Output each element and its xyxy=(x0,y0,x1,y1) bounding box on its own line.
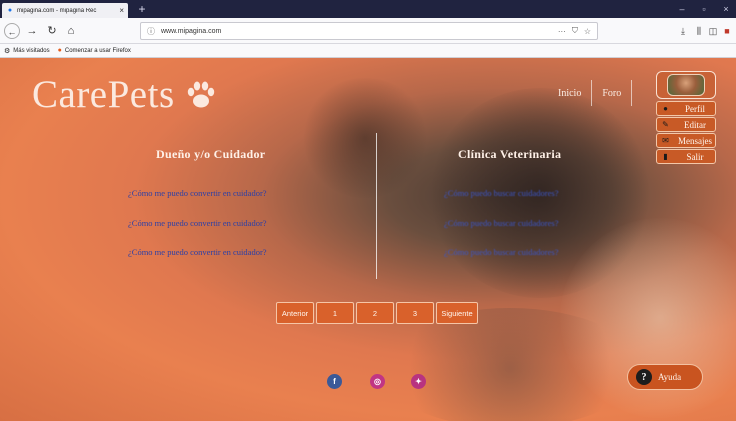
site-info-icon[interactable]: ⓘ xyxy=(147,26,155,37)
back-arrow-icon[interactable]: ← xyxy=(4,23,20,39)
faq-link-clinic-2[interactable]: ¿Cómo puedo buscar cuidadores? xyxy=(444,218,558,228)
menu-item-salir[interactable]: ▮ Salir xyxy=(656,149,716,164)
avatar xyxy=(667,74,705,96)
sidebar-icon[interactable]: ◫ xyxy=(706,23,720,39)
pagination-page-3[interactable]: 3 xyxy=(396,302,434,324)
faq-link-owner-3[interactable]: ¿Cómo me puedo convertir en cuidador? xyxy=(128,247,267,257)
pencil-icon: ✎ xyxy=(662,120,669,129)
bookmarks-bar: ⚙ Más visitados ● Comenzar a usar Firefo… xyxy=(0,44,736,58)
pagination-next-button[interactable]: Siguiente xyxy=(436,302,478,324)
window-close-button[interactable]: × xyxy=(716,2,736,16)
pagination-page-2[interactable]: 2 xyxy=(356,302,394,324)
owner-column-title: Dueño y/o Cuidador xyxy=(156,147,266,161)
tab-favicon-icon: ● xyxy=(7,7,13,14)
window-minimize-button[interactable]: – xyxy=(672,2,692,16)
bookmark-most-visited[interactable]: ⚙ Más visitados xyxy=(4,47,50,55)
user-avatar-button[interactable] xyxy=(656,71,716,99)
menu-item-perfil[interactable]: ● Perfil xyxy=(656,101,716,116)
bookmark-label: Comenzar a usar Firefox xyxy=(64,47,131,54)
extension-icon[interactable]: ■ xyxy=(720,23,734,39)
menu-item-label: Editar xyxy=(684,119,706,130)
tab-close-icon[interactable]: × xyxy=(119,6,124,15)
pocket-icon[interactable]: ⛉ xyxy=(572,26,578,36)
bookmark-label: Más visitados xyxy=(13,47,50,54)
menu-item-label: Mensajes xyxy=(678,135,712,146)
user-icon: ● xyxy=(663,104,668,113)
twitter-icon[interactable]: ✦ xyxy=(411,374,426,389)
address-bar[interactable]: ⓘ www.mipagina.com ··· ⛉ ☆ xyxy=(140,22,598,40)
pagination-prev-button[interactable]: Anterior xyxy=(276,302,314,324)
paw-icon xyxy=(187,81,214,107)
bookmark-star-icon[interactable]: ☆ xyxy=(584,27,591,36)
help-button[interactable]: ? Ayuda xyxy=(627,364,703,390)
bookmark-getting-started[interactable]: ● Comenzar a usar Firefox xyxy=(58,47,131,54)
firefox-icon: ● xyxy=(57,47,62,54)
faq-link-owner-2[interactable]: ¿Cómo me puedo convertir en cuidador? xyxy=(128,218,267,228)
home-icon[interactable]: ⌂ xyxy=(63,23,79,39)
nav-inicio[interactable]: Inicio xyxy=(548,88,591,99)
library-icon[interactable]: ⫼ xyxy=(692,23,706,39)
new-tab-button[interactable]: + xyxy=(135,2,149,16)
site-logo[interactable]: CarePets xyxy=(32,72,217,117)
faq-link-owner-1[interactable]: ¿Cómo me puedo convertir en cuidador? xyxy=(128,188,267,198)
page-content: CarePets Inicio Foro ● Perfil ✎ Editar ✉… xyxy=(0,58,736,421)
user-menu: ● Perfil ✎ Editar ✉ Mensajes ▮ Salir xyxy=(656,101,716,165)
facebook-icon[interactable]: f xyxy=(327,374,342,389)
column-divider xyxy=(376,133,377,279)
door-icon: ▮ xyxy=(663,152,668,161)
faq-link-clinic-3[interactable]: ¿Cómo puedo buscar cuidadores? xyxy=(444,247,558,257)
reload-icon[interactable]: ↻ xyxy=(44,23,60,39)
faq-link-clinic-1[interactable]: ¿Cómo puedo buscar cuidadores? xyxy=(444,188,558,198)
main-nav: Inicio Foro xyxy=(548,80,633,106)
browser-tab[interactable]: ● mipagina.com - mipagina Rec × xyxy=(2,3,128,18)
window-maximize-button[interactable]: ▫ xyxy=(694,2,714,16)
menu-item-editar[interactable]: ✎ Editar xyxy=(656,117,716,132)
browser-toolbar: ← → ↻ ⌂ ⓘ www.mipagina.com ··· ⛉ ☆ ⤓ ⫼ ◫… xyxy=(0,18,736,44)
question-icon: ? xyxy=(636,369,652,385)
menu-item-mensajes[interactable]: ✉ Mensajes xyxy=(656,133,716,148)
downloads-icon[interactable]: ⤓ xyxy=(676,23,690,39)
page-actions-icon[interactable]: ··· xyxy=(558,27,566,36)
logo-text: CarePets xyxy=(32,73,175,116)
menu-item-label: Perfil xyxy=(685,103,705,114)
help-label: Ayuda xyxy=(658,372,682,382)
pagination: Anterior 1 2 3 Siguiente xyxy=(276,302,480,324)
background-blur xyxy=(300,78,430,198)
url-text[interactable]: www.mipagina.com xyxy=(161,28,552,35)
envelope-icon: ✉ xyxy=(662,136,669,145)
background-blur xyxy=(380,308,640,421)
clinic-column-title: Clínica Veterinaria xyxy=(458,147,562,161)
browser-titlebar: ● mipagina.com - mipagina Rec × + – ▫ × xyxy=(0,0,736,18)
menu-item-label: Salir xyxy=(686,151,704,162)
forward-arrow-icon[interactable]: → xyxy=(24,23,40,39)
gear-icon: ⚙ xyxy=(4,47,11,55)
nav-foro[interactable]: Foro xyxy=(592,88,631,99)
nav-divider xyxy=(631,80,633,106)
instagram-icon[interactable]: ◎ xyxy=(370,374,385,389)
pagination-page-1[interactable]: 1 xyxy=(316,302,354,324)
tab-title: mipagina.com - mipagina Rec xyxy=(17,7,97,14)
